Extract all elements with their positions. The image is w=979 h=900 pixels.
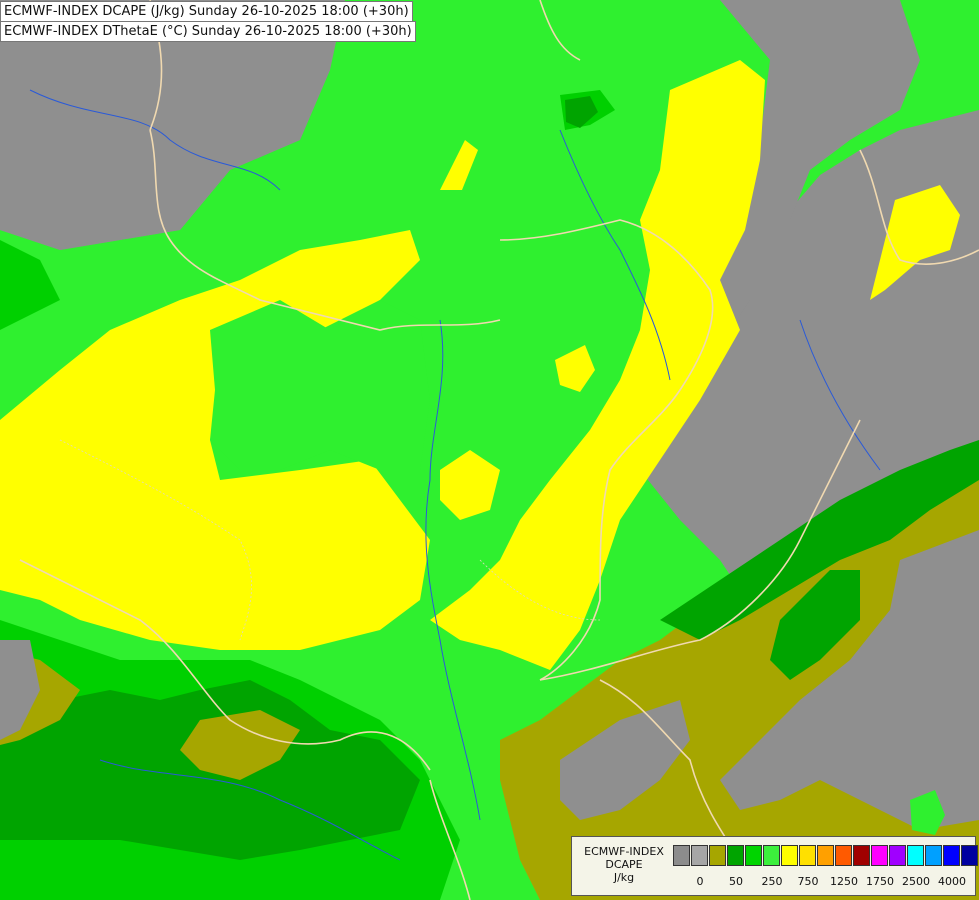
legend-tick-label: 0 <box>696 875 704 888</box>
legend-swatches <box>673 845 979 866</box>
legend-tick-label: 4000 <box>938 875 966 888</box>
legend-swatch <box>907 845 924 866</box>
legend-swatch <box>781 845 798 866</box>
legend-unit: J/kg <box>613 871 635 884</box>
legend-swatch <box>889 845 906 866</box>
green-hole-west <box>210 300 430 470</box>
legend-swatch <box>853 845 870 866</box>
legend-swatch <box>817 845 834 866</box>
legend-swatch <box>745 845 762 866</box>
legend-swatch <box>691 845 708 866</box>
legend-tick-label: 1250 <box>830 875 858 888</box>
legend-tick-label: 2500 <box>902 875 930 888</box>
legend-label: ECMWF-INDEX DCAPE J/kg <box>576 845 672 884</box>
legend-swatch <box>943 845 960 866</box>
legend-swatch <box>871 845 888 866</box>
legend-tick-label: 750 <box>797 875 819 888</box>
legend-swatch <box>961 845 978 866</box>
legend-tick-label: 250 <box>761 875 783 888</box>
legend-title-line1: ECMWF-INDEX <box>584 845 664 858</box>
legend-swatch <box>925 845 942 866</box>
dcape-map <box>0 0 979 900</box>
legend-tick-label: 50 <box>729 875 743 888</box>
legend-title-line2: DCAPE <box>605 858 643 871</box>
legend: ECMWF-INDEX DCAPE J/kg 0 50 250 750 1250 1750… <box>571 836 979 896</box>
legend-tick-label: 1750 <box>866 875 894 888</box>
legend-swatch <box>709 845 726 866</box>
legend-swatch <box>763 845 780 866</box>
legend-swatch <box>835 845 852 866</box>
legend-swatch <box>673 845 690 866</box>
legend-swatch <box>799 845 816 866</box>
title-dcape: ECMWF-INDEX DCAPE (J/kg) Sunday 26-10-20… <box>0 1 413 22</box>
legend-ticks: 0 50 250 750 1250 1750 2500 4000 <box>673 875 973 889</box>
title-dthetae: ECMWF-INDEX DThetaE (°C) Sunday 26-10-20… <box>0 21 416 42</box>
legend-swatch <box>727 845 744 866</box>
